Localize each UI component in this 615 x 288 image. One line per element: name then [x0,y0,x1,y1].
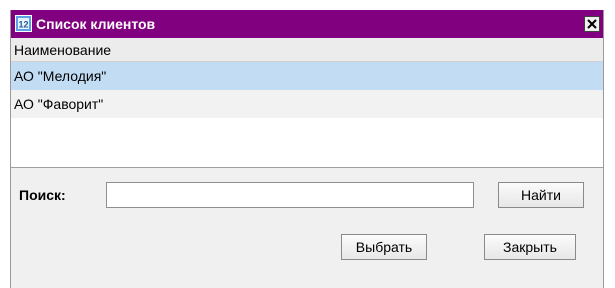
select-button[interactable]: Выбрать [341,234,427,260]
clients-dialog: 12 Список клиентов Наименование АО "Мело… [10,10,604,288]
title-bar[interactable]: 12 Список клиентов [11,10,603,38]
clients-list[interactable]: Наименование АО "Мелодия" АО "Фаворит" [11,38,603,168]
list-item[interactable]: АО "Фаворит" [11,90,603,118]
search-label: Поиск: [19,187,66,203]
window-title: Список клиентов [36,16,156,32]
app-icon: 12 [15,15,32,32]
list-item[interactable]: АО "Мелодия" [11,62,603,90]
svg-text:12: 12 [18,20,28,30]
find-button[interactable]: Найти [498,182,584,208]
column-header-name[interactable]: Наименование [11,38,603,62]
close-icon[interactable] [584,16,600,32]
close-button[interactable]: Закрыть [484,234,576,260]
search-input[interactable] [106,182,474,208]
